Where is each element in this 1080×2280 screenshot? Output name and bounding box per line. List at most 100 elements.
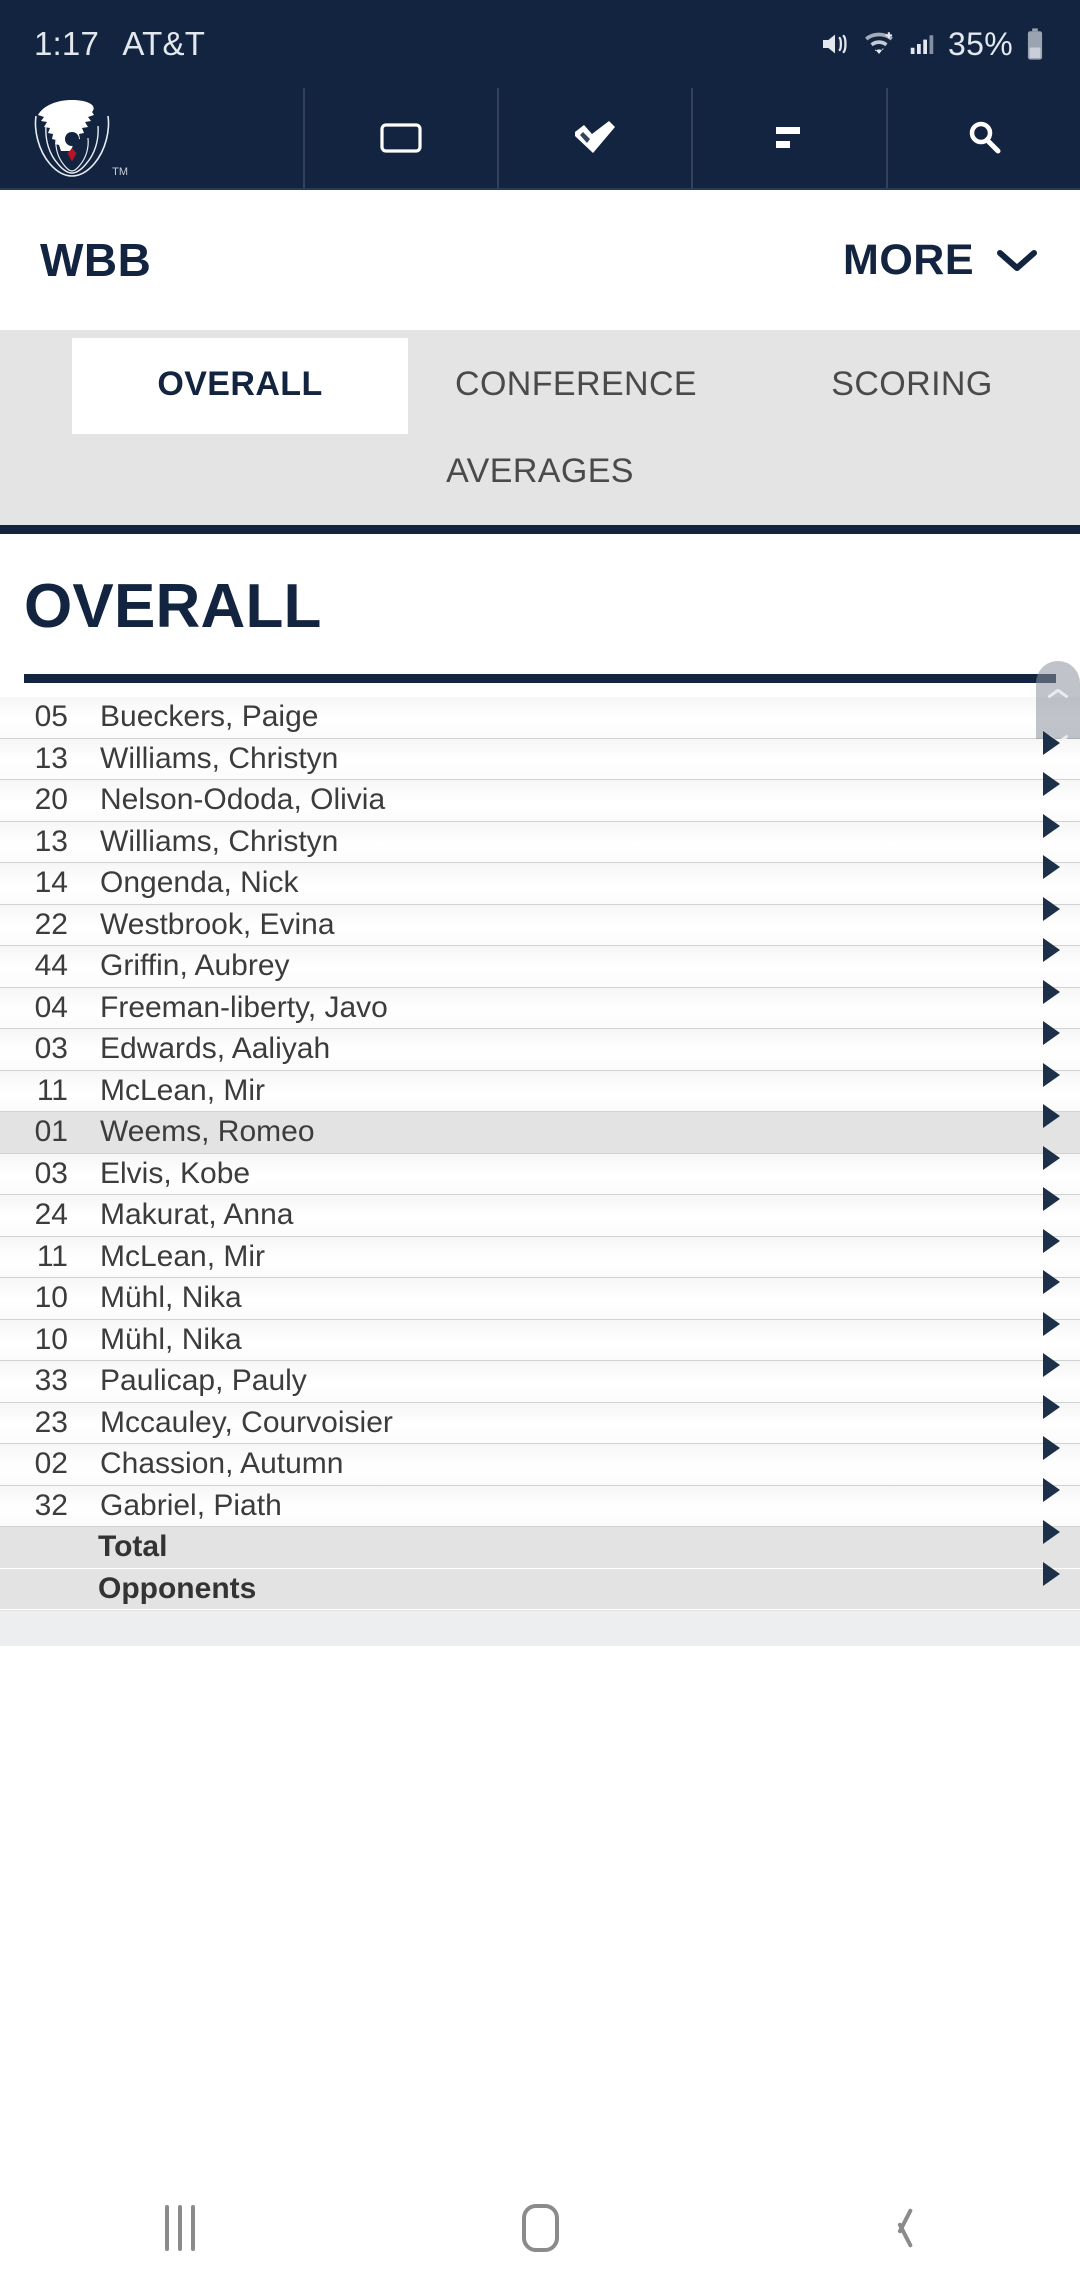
row-expand-arrow-icon[interactable]: [1043, 938, 1060, 962]
table-row[interactable]: 33 Paulicap, Pauly: [0, 1353, 1080, 1403]
row-expand-arrow-icon[interactable]: [1043, 1353, 1060, 1377]
row-player-name: McLean, Mir: [100, 1239, 266, 1273]
table-row[interactable]: 10 Mühl, Nika: [0, 1270, 1080, 1320]
row-expand-arrow-icon[interactable]: [1043, 1520, 1060, 1544]
recents-button[interactable]: [90, 2176, 270, 2280]
status-time-carrier: 1:17 AT&T: [34, 25, 205, 63]
row-player-name: Westbrook, Evina: [100, 907, 335, 941]
tab-averages[interactable]: AVERAGES: [360, 434, 720, 517]
row-player-name: Paulicap, Pauly: [100, 1364, 307, 1398]
table-row[interactable]: 13 Williams, Christyn: [0, 813, 1080, 863]
row-player-name: Ongenda, Nick: [100, 866, 299, 900]
recents-icon: [165, 2205, 195, 2251]
row-expand-arrow-icon[interactable]: [1043, 1436, 1060, 1460]
list-lines-icon: [775, 127, 800, 148]
tab-row2-leading-spacer: [0, 434, 360, 517]
row-jersey-number: 05: [34, 700, 68, 734]
home-button[interactable]: [450, 2176, 630, 2280]
row-expand-arrow-icon[interactable]: [1043, 979, 1060, 1004]
row-player-name: Williams, Christyn: [100, 824, 339, 858]
row-expand-arrow-icon[interactable]: [1043, 1394, 1060, 1419]
tab-row2-trailing-spacer: [720, 434, 1080, 517]
row-player-name: McLean, Mir: [100, 1073, 266, 1107]
section-title: OVERALL: [24, 572, 322, 641]
table-row[interactable]: 03 Edwards, Aaliyah: [0, 1021, 1080, 1071]
tab-conference[interactable]: CONFERENCE: [408, 338, 744, 434]
row-jersey-number: 14: [34, 866, 68, 900]
table-row[interactable]: 24 Makurat, Anna: [0, 1187, 1080, 1237]
table-row[interactable]: 23 Mccauley, Courvoisier: [0, 1394, 1080, 1444]
row-expand-arrow-icon[interactable]: [1043, 1311, 1060, 1336]
back-button[interactable]: [810, 2176, 990, 2280]
status-carrier: AT&T: [122, 25, 206, 62]
nav-item-list[interactable]: [691, 88, 885, 188]
row-jersey-number: 10: [34, 1322, 68, 1356]
row-expand-arrow-icon[interactable]: [1043, 1561, 1060, 1586]
row-jersey-number: 02: [34, 1447, 68, 1481]
table-row[interactable]: Total: [0, 1520, 1080, 1569]
row-expand-arrow-icon[interactable]: [1043, 772, 1060, 796]
table-row[interactable]: 44 Griffin, Aubrey: [0, 938, 1080, 988]
table-row[interactable]: 04 Freeman-liberty, Javo: [0, 979, 1080, 1029]
section-overall: OVERALL: [0, 534, 1080, 683]
row-jersey-number: 32: [34, 1488, 68, 1522]
table-row[interactable]: 02 Chassion, Autumn: [0, 1436, 1080, 1486]
home-icon: [521, 2204, 559, 2252]
row-expand-arrow-icon[interactable]: [1043, 1062, 1060, 1087]
tab-overall[interactable]: OVERALL: [72, 338, 408, 434]
row-jersey-number: 33: [34, 1364, 68, 1398]
row-player-name: Opponents: [98, 1571, 257, 1605]
table-row[interactable]: 05 Bueckers, Paige: [0, 661, 1080, 773]
row-expand-arrow-icon[interactable]: [1043, 1021, 1060, 1045]
row-player-name: Weems, Romeo: [100, 1115, 315, 1149]
nav-item-tickets[interactable]: [497, 88, 691, 188]
row-jersey-number: 01: [34, 1115, 68, 1149]
row-expand-arrow-icon[interactable]: [1043, 730, 1060, 755]
row-jersey-number: 10: [34, 1281, 68, 1315]
tab-bar: OVERALL CONFERENCE SCORING AVERAGES: [0, 330, 1080, 534]
row-expand-arrow-icon[interactable]: [1043, 1228, 1060, 1253]
chevron-up-icon[interactable]: [1047, 688, 1069, 700]
row-jersey-number: 03: [34, 1156, 68, 1190]
table-row[interactable]: 01 Weems, Romeo: [0, 1104, 1080, 1154]
row-player-name: Bueckers, Paige: [100, 700, 319, 734]
table-row[interactable]: 10 Mühl, Nika: [0, 1311, 1080, 1361]
table-row[interactable]: 03 Elvis, Kobe: [0, 1145, 1080, 1195]
row-expand-arrow-icon[interactable]: [1043, 896, 1060, 921]
table-row[interactable]: 22 Westbrook, Evina: [0, 896, 1080, 946]
cell-signal-icon: [910, 35, 934, 54]
tab-row-secondary: AVERAGES: [0, 434, 1080, 517]
row-player-name: Gabriel, Piath: [100, 1488, 282, 1522]
row-expand-arrow-icon[interactable]: [1043, 1145, 1060, 1170]
table-row[interactable]: 32 Gabriel, Piath: [0, 1477, 1080, 1527]
row-expand-arrow-icon[interactable]: [1043, 1270, 1060, 1294]
table-row[interactable]: 11 McLean, Mir: [0, 1228, 1080, 1278]
table-row[interactable]: 20 Nelson-Ododa, Olivia: [0, 772, 1080, 822]
table-row[interactable]: 14 Ongenda, Nick: [0, 855, 1080, 905]
table-row[interactable]: 11 McLean, Mir: [0, 1062, 1080, 1112]
row-player-name: Total: [98, 1530, 168, 1564]
row-player-name: Elvis, Kobe: [100, 1156, 251, 1190]
row-expand-arrow-icon[interactable]: [1043, 1477, 1060, 1502]
row-expand-arrow-icon[interactable]: [1043, 813, 1060, 838]
page-title: WBB: [40, 234, 152, 286]
screen-root: 1:17 AT&T 35% TM WBB MORE OVERALL CONFER…: [0, 0, 1080, 2280]
chevron-down-icon: [997, 250, 1037, 271]
tab-row-leading-spacer: [0, 338, 72, 434]
more-dropdown-button[interactable]: MORE: [843, 236, 1040, 285]
tab-scoring[interactable]: SCORING: [744, 338, 1080, 434]
nav-item-card[interactable]: [302, 88, 497, 188]
page-header: WBB MORE: [0, 190, 1080, 330]
row-expand-arrow-icon[interactable]: [1043, 1104, 1060, 1128]
row-jersey-number: 23: [34, 1405, 68, 1439]
table-row[interactable]: Opponents: [0, 1561, 1080, 1610]
row-player-name: Mühl, Nika: [100, 1322, 242, 1356]
table-row[interactable]: 13 Williams, Christyn: [0, 730, 1080, 780]
uconn-husky-logo-button[interactable]: TM: [0, 88, 303, 188]
row-expand-arrow-icon[interactable]: [1043, 1187, 1060, 1211]
row-expand-arrow-icon[interactable]: [1043, 855, 1060, 879]
more-label: MORE: [843, 235, 974, 284]
row-jersey-number: 22: [34, 907, 68, 941]
nav-item-search[interactable]: [885, 88, 1080, 188]
row-jersey-number: 11: [36, 1073, 68, 1107]
